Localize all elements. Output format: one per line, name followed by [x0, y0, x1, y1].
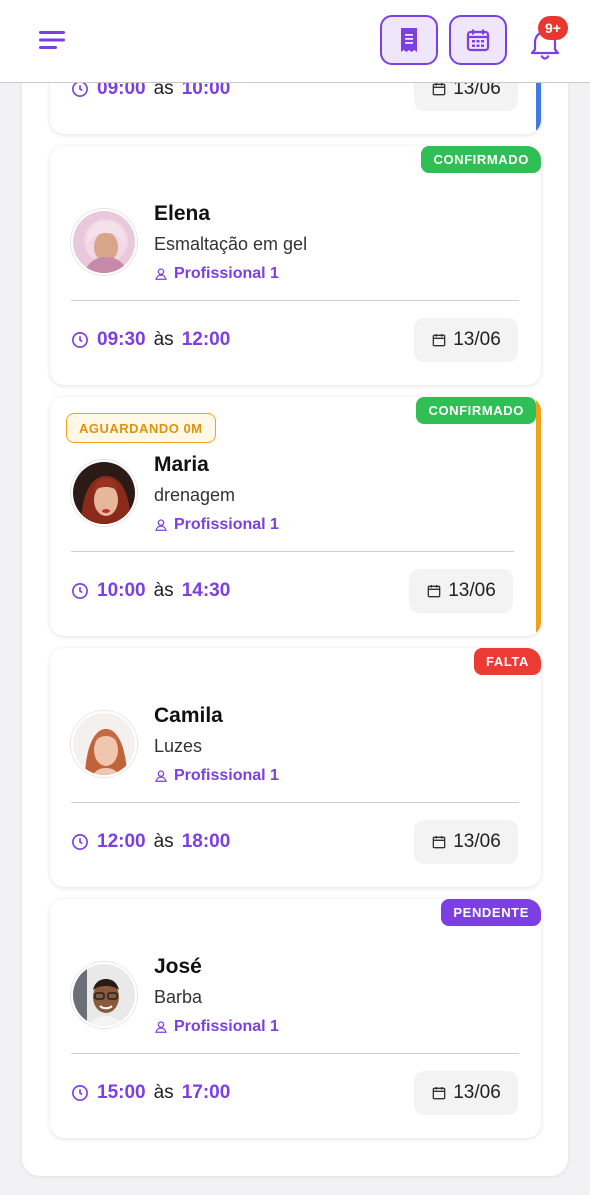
notification-count-badge: 9+ [538, 16, 568, 40]
start-time: 15:00 [97, 1082, 146, 1103]
appointment-date: 13/06 [409, 569, 513, 613]
receipt-button[interactable] [380, 15, 438, 65]
professional-name: Profissional 1 [174, 516, 279, 533]
status-badge: CONFIRMADO [421, 146, 541, 173]
date-value: 13/06 [453, 329, 501, 350]
avatar [71, 209, 137, 275]
calendar-grid-icon [466, 29, 490, 52]
client-name: Maria [154, 453, 209, 476]
menu-button[interactable] [36, 26, 70, 54]
time-separator: às [153, 580, 174, 601]
end-time: 17:00 [181, 1082, 231, 1103]
service-name: drenagem [154, 485, 236, 505]
professional-name: Profissional 1 [174, 767, 279, 784]
calendar-icon [432, 83, 446, 96]
divider [71, 300, 519, 301]
time-separator: às [153, 831, 174, 852]
client-name: José [154, 955, 202, 978]
time-separator: às [153, 1082, 174, 1103]
divider [71, 1053, 519, 1054]
appointment-time: 15:00 às 17:00 [71, 1082, 230, 1104]
calendar-icon [432, 334, 446, 347]
divider [71, 802, 519, 803]
service-name: Esmaltação em gel [154, 234, 308, 254]
professional-name: Profissional 1 [174, 265, 279, 282]
calendar-button[interactable] [449, 15, 507, 65]
service-name: Barba [154, 987, 203, 1007]
receipt-icon [401, 28, 417, 52]
appointment-date: 13/06 [414, 1071, 518, 1115]
appointment-time: 09:30 às 12:00 [71, 329, 230, 351]
calendar-icon [432, 836, 446, 849]
status-badge: FALTA [474, 648, 541, 675]
calendar-icon [432, 1087, 446, 1100]
waiting-badge: AGUARDANDO 0M [66, 413, 216, 443]
date-value: 13/06 [448, 580, 496, 601]
appointment-time: 10:00 às 14:30 [71, 580, 230, 602]
avatar [71, 460, 137, 526]
appointment-card[interactable]: CONFIRMADO AGUARDANDO 0M Maria drenagem … [50, 397, 541, 636]
appointment-time: 12:00 às 18:00 [71, 831, 230, 853]
user-icon [155, 519, 167, 531]
clock-icon [72, 1085, 88, 1101]
avatar [71, 711, 137, 777]
appointment-card[interactable]: FALTA Camila Luzes Profissional 1 12:00 … [50, 648, 541, 887]
appointment-card[interactable]: CONFIRMADO Elena Esmaltação em gel Profi… [50, 146, 541, 385]
status-badge: PENDENTE [441, 899, 541, 926]
service-name: Luzes [154, 736, 203, 756]
start-time: 09:30 [97, 329, 146, 350]
professional-link[interactable]: Profissional 1 [154, 1018, 279, 1036]
professional-name: Profissional 1 [174, 1018, 279, 1035]
time-separator: às [153, 329, 174, 350]
user-icon [155, 770, 167, 782]
clock-icon [72, 332, 88, 348]
clock-icon [72, 834, 88, 850]
appointment-date: 13/06 [414, 820, 518, 864]
start-time: 12:00 [97, 831, 146, 852]
professional-link[interactable]: Profissional 1 [154, 265, 279, 283]
start-time: 10:00 [97, 580, 146, 601]
appointment-date: 13/06 [414, 318, 518, 362]
appointment-card[interactable]: PENDENTE José Barba Profissional 1 15:00… [50, 899, 541, 1138]
date-value: 13/06 [453, 1082, 501, 1103]
professional-link[interactable]: Profissional 1 [154, 767, 279, 785]
client-name: Camila [154, 704, 223, 727]
calendar-icon [427, 585, 441, 598]
user-icon [155, 1021, 167, 1033]
app-header: 9+ [0, 0, 590, 83]
end-time: 14:30 [181, 580, 231, 601]
client-name: Elena [154, 202, 211, 225]
avatar [71, 962, 137, 1028]
date-value: 13/06 [453, 831, 501, 852]
clock-icon [72, 583, 88, 599]
status-badge: CONFIRMADO [416, 397, 536, 424]
divider [71, 551, 514, 552]
end-time: 12:00 [181, 329, 231, 350]
end-time: 18:00 [181, 831, 231, 852]
user-icon [155, 268, 167, 280]
professional-link[interactable]: Profissional 1 [154, 516, 279, 534]
hamburger-menu-icon [39, 31, 65, 49]
